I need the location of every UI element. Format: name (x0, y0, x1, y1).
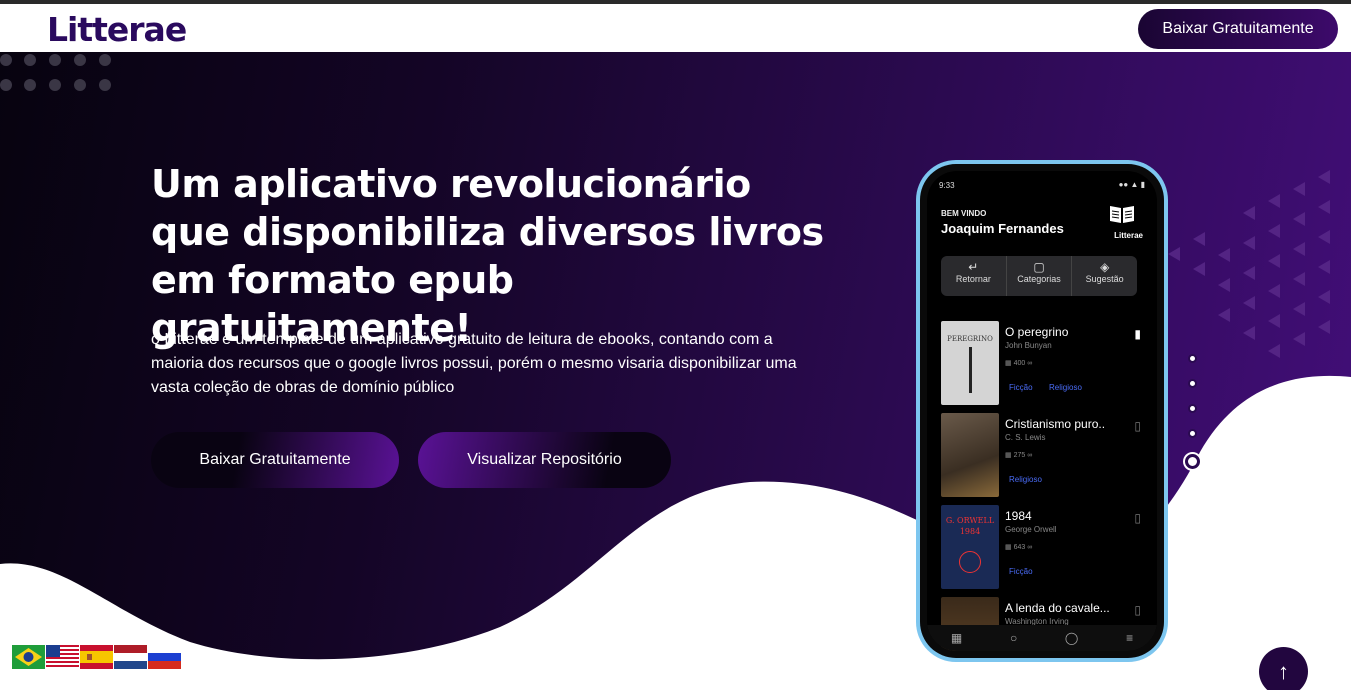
carousel-dot[interactable] (1187, 404, 1197, 413)
carousel-dot[interactable] (1187, 354, 1197, 363)
book-tag[interactable]: Ficção (1009, 383, 1033, 392)
book-meta: ▦ 400 ∞ (1005, 360, 1033, 367)
search-icon[interactable]: ○ (1010, 631, 1017, 645)
flag-spain-icon[interactable] (80, 645, 113, 669)
menu-icon[interactable]: ≡ (1126, 631, 1133, 645)
suggestion-icon: ◈ (1100, 260, 1110, 274)
book-title: A lenda do cavale... (1005, 601, 1110, 615)
carousel-dot-active[interactable] (1185, 454, 1200, 469)
book-author: John Bunyan (1005, 341, 1052, 350)
flag-brazil-icon[interactable] (12, 645, 45, 669)
return-icon: ↵ (968, 260, 979, 274)
bookmark-icon[interactable]: ▯ (1134, 511, 1141, 525)
book-tag[interactable]: Religioso (1009, 475, 1042, 484)
hero-description: o Litterae é um template de um aplicativ… (151, 331, 797, 396)
book-meta: ▦ 275 ∞ (1005, 452, 1033, 459)
book-cover: G. ORWELL 1984 (941, 505, 999, 589)
flag-usa-icon[interactable] (46, 645, 79, 669)
carousel-dot[interactable] (1187, 379, 1197, 388)
book-author: C. S. Lewis (1005, 433, 1046, 442)
flag-russia-icon[interactable] (148, 645, 181, 669)
phone-mockup: 9:33 ●● ▲ ▮ BEM VINDO Joaquim Fernandes … (916, 160, 1168, 662)
book-author: George Orwell (1005, 525, 1057, 534)
bookmark-filled-icon[interactable]: ▮ (1134, 327, 1141, 341)
phone-tabbar: ↵ Retornar ▢ Categorias ◈ Sugestão (941, 256, 1137, 296)
status-time: 9:33 (939, 181, 955, 190)
bookmark-icon[interactable]: ▯ (1134, 603, 1141, 617)
carousel-dots (1185, 354, 1200, 485)
book-meta: ▦ 643 ∞ (1005, 544, 1033, 551)
book-cover: PEREGRINO (941, 321, 999, 405)
flag-netherlands-icon[interactable] (114, 645, 147, 669)
tab-label: Sugestão (1085, 274, 1124, 284)
tab-suggestion[interactable]: ◈ Sugestão (1072, 256, 1137, 296)
book-open-icon (1107, 203, 1137, 230)
book-item[interactable]: Cristianismo puro.. C. S. Lewis ▦ 275 ∞ … (941, 413, 1141, 499)
folder-icon: ▢ (1033, 260, 1045, 274)
book-tag[interactable]: Ficção (1009, 567, 1033, 576)
welcome-label: BEM VINDO (941, 209, 987, 218)
arrow-up-icon: ↑ (1278, 659, 1289, 684)
book-cover (941, 413, 999, 497)
book-title: O peregrino (1005, 325, 1069, 339)
globe-icon[interactable]: ◯ (1065, 631, 1078, 645)
grid-icon[interactable]: ▦ (951, 631, 962, 645)
view-repository-button[interactable]: Visualizar Repositório (418, 432, 671, 488)
dot-grid (0, 54, 111, 91)
book-item[interactable]: G. ORWELL 1984 1984 George Orwell ▦ 643 … (941, 505, 1141, 591)
tab-categories[interactable]: ▢ Categorias (1007, 256, 1073, 296)
book-title: 1984 (1005, 509, 1032, 523)
nav-download-button[interactable]: Baixar Gratuitamente (1138, 9, 1338, 49)
hero-headline: Um aplicativo revolucionário que disponi… (151, 162, 824, 350)
tab-return[interactable]: ↵ Retornar (941, 256, 1007, 296)
navbar: Litterae Baixar Gratuitamente (0, 4, 1351, 52)
status-icons: ●● ▲ ▮ (1118, 180, 1145, 189)
user-name: Joaquim Fernandes (941, 221, 1064, 236)
phone-bottom-nav: ▦ ○ ◯ ≡ (927, 625, 1157, 651)
phone-screen: 9:33 ●● ▲ ▮ BEM VINDO Joaquim Fernandes … (927, 171, 1157, 651)
bookmark-icon[interactable]: ▯ (1134, 419, 1141, 433)
tab-label: Categorias (1017, 274, 1061, 284)
tab-label: Retornar (955, 274, 991, 284)
carousel-dot[interactable] (1187, 429, 1197, 438)
scroll-to-top-button[interactable]: ↑ (1259, 647, 1308, 690)
logo[interactable]: Litterae (47, 10, 187, 49)
brand-label: Litterae (1114, 231, 1143, 240)
download-button[interactable]: Baixar Gratuitamente (151, 432, 399, 488)
book-item[interactable]: PEREGRINO O peregrino John Bunyan ▦ 400 … (941, 321, 1141, 407)
book-title: Cristianismo puro.. (1005, 417, 1106, 431)
triangle-pattern (1168, 170, 1330, 358)
book-tag[interactable]: Religioso (1049, 383, 1082, 392)
